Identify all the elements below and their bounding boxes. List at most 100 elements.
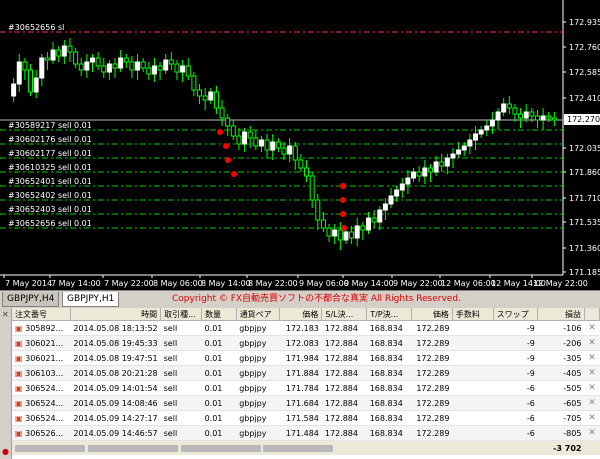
bear-candle — [439, 161, 445, 167]
close-order-icon[interactable]: ✕ — [584, 365, 600, 381]
col-price[interactable]: 価格 — [279, 308, 323, 321]
bear-candle — [247, 131, 253, 139]
col-tp[interactable]: T/P決... — [366, 308, 412, 321]
ticket-cell: ▣ 306524... — [12, 410, 71, 426]
table-row[interactable]: ▣ 305892... 2014.05.08 18:13:52 sell 0.01 gb… — [12, 320, 600, 336]
tp-cell: 168.834 — [366, 395, 412, 411]
bear-candle — [22, 61, 28, 71]
profit-cell: -805 — [537, 425, 585, 441]
size-cell: 0.01 — [201, 395, 237, 411]
col-swap[interactable]: スワップ — [493, 308, 539, 321]
table-row[interactable]: ▣ 306524... 2014.05.09 14:01:54 sell 0.01 gb… — [12, 380, 600, 396]
close-order-icon[interactable]: ✕ — [584, 410, 600, 426]
chart-canvas[interactable]: 172.935 172.760 172.585 172.410 172.035 171.8… — [0, 0, 600, 290]
terminal-side-bar[interactable]: ✕ ● — [0, 308, 12, 459]
table-row[interactable]: ▣ 306524... 2014.05.09 14:08:46 sell 0.01 gb… — [12, 395, 600, 411]
col-commission[interactable]: 手数料 — [452, 308, 494, 321]
sl-cell: 172.884 — [321, 425, 367, 441]
order-icon: ▣ — [15, 368, 26, 378]
size-cell: 0.01 — [201, 380, 237, 396]
bull-candle — [118, 57, 124, 69]
bear-candle — [28, 69, 34, 93]
swap-cell: -9 — [493, 365, 538, 381]
profit-cell: -605 — [537, 395, 585, 411]
price-label: 171.360 — [569, 244, 600, 253]
time-label: 9 May 14:00 — [344, 279, 394, 288]
time-label: 7 May 14:00 — [51, 279, 101, 288]
bear-candle — [146, 67, 152, 75]
bear-candle — [529, 111, 535, 117]
bear-candle — [512, 107, 518, 115]
type-cell: sell — [160, 410, 202, 426]
commission-cell — [452, 380, 494, 396]
bull-candle — [394, 189, 400, 197]
bull-candle — [242, 131, 248, 145]
entry-marker — [341, 225, 347, 231]
size-cell: 0.01 — [201, 320, 237, 336]
bull-candle — [84, 61, 90, 71]
close-order-icon[interactable]: ✕ — [584, 320, 600, 336]
tp-cell: 168.834 — [366, 425, 412, 441]
bull-candle — [89, 57, 95, 63]
col-time[interactable]: 時間 — [70, 308, 162, 321]
col-profit[interactable]: 損益 — [537, 308, 585, 321]
commission-cell — [452, 365, 494, 381]
size-cell: 0.01 — [201, 365, 237, 381]
price-cell: 171.684 — [279, 395, 322, 411]
time-cell: 2014.05.09 14:01:54 — [70, 380, 161, 396]
trade-table: 注文番号 時間 取引種... 数量 通貨ペア 価格 S/L決... T/P決..… — [12, 308, 600, 455]
time-label: 9 May 06:00 — [299, 279, 349, 288]
bear-candle — [78, 63, 84, 71]
ticket-text: 306103... — [25, 368, 64, 378]
type-cell: sell — [160, 425, 202, 441]
close-order-icon[interactable]: ✕ — [584, 380, 600, 396]
commission-cell — [452, 410, 494, 426]
close-order-icon[interactable]: ✕ — [584, 395, 600, 411]
order-icon: ▣ — [15, 383, 26, 393]
type-cell: sell — [160, 335, 202, 351]
ticket-text: 306524... — [25, 383, 64, 393]
bull-candle — [467, 139, 473, 147]
price-cell: 172.183 — [279, 320, 322, 336]
bear-candle — [95, 57, 101, 67]
table-row[interactable]: ▣ 306526... 2014.05.09 14:46:57 sell 0.01 gb… — [12, 425, 600, 441]
table-row[interactable]: ▣ 306021... 2014.05.08 19:47:51 sell 0.01 gb… — [12, 350, 600, 366]
bear-candle — [371, 217, 377, 223]
table-row[interactable]: ▣ 306524... 2014.05.09 14:27:17 sell 0.01 gb… — [12, 410, 600, 426]
order-icon: ▣ — [15, 353, 26, 363]
bear-candle — [236, 135, 242, 145]
bear-candle — [360, 225, 366, 231]
col-type[interactable]: 取引種... — [160, 308, 203, 321]
swap-cell: -9 — [493, 320, 538, 336]
close-order-icon[interactable]: ✕ — [584, 350, 600, 366]
ticket-text: 306021... — [25, 338, 64, 348]
bear-candle — [551, 117, 557, 121]
type-cell: sell — [160, 365, 202, 381]
table-row[interactable]: ▣ 306103... 2014.05.08 20:21:28 sell 0.01 gb… — [12, 365, 600, 381]
time-label: 7 May 22:00 — [104, 279, 154, 288]
col-sl[interactable]: S/L決... — [321, 308, 368, 321]
bear-candle — [253, 137, 259, 147]
profit-cell: -405 — [537, 365, 585, 381]
symbol-cell: gbpjpy — [236, 425, 280, 441]
close-order-icon[interactable]: ✕ — [584, 425, 600, 441]
close-order-icon[interactable]: ✕ — [584, 335, 600, 351]
tab-gbpjpy-h4[interactable]: GBPJPY,H4 — [2, 292, 60, 307]
entry-marker — [223, 143, 229, 149]
close-icon[interactable]: ✕ — [2, 310, 9, 319]
col-symbol[interactable]: 通貨ペア — [236, 308, 280, 321]
bull-candle — [33, 77, 39, 93]
bear-candle — [202, 95, 208, 101]
col-ticket[interactable]: 注文番号 — [12, 308, 71, 321]
table-row[interactable]: ▣ 306021... 2014.05.08 19:45:33 sell 0.01 gb… — [12, 335, 600, 351]
price-chart[interactable]: 172.935 172.760 172.585 172.410 172.035 171.8… — [0, 0, 600, 290]
col-size[interactable]: 数量 — [201, 308, 237, 321]
bull-candle — [151, 65, 157, 75]
current-price-cell: 172.289 — [411, 320, 453, 336]
ticket-text: 306524... — [25, 398, 64, 408]
chart-tab-bar: GBPJPY,H4 GBPJPY,H1 Copyright © FX自動売買ソフ… — [0, 290, 600, 308]
current-price-cell: 172.289 — [411, 335, 453, 351]
balance-row: -3 702 — [12, 440, 600, 455]
tab-gbpjpy-h1[interactable]: GBPJPY,H1 — [62, 292, 120, 307]
col-current-price[interactable]: 価格 — [411, 308, 453, 321]
